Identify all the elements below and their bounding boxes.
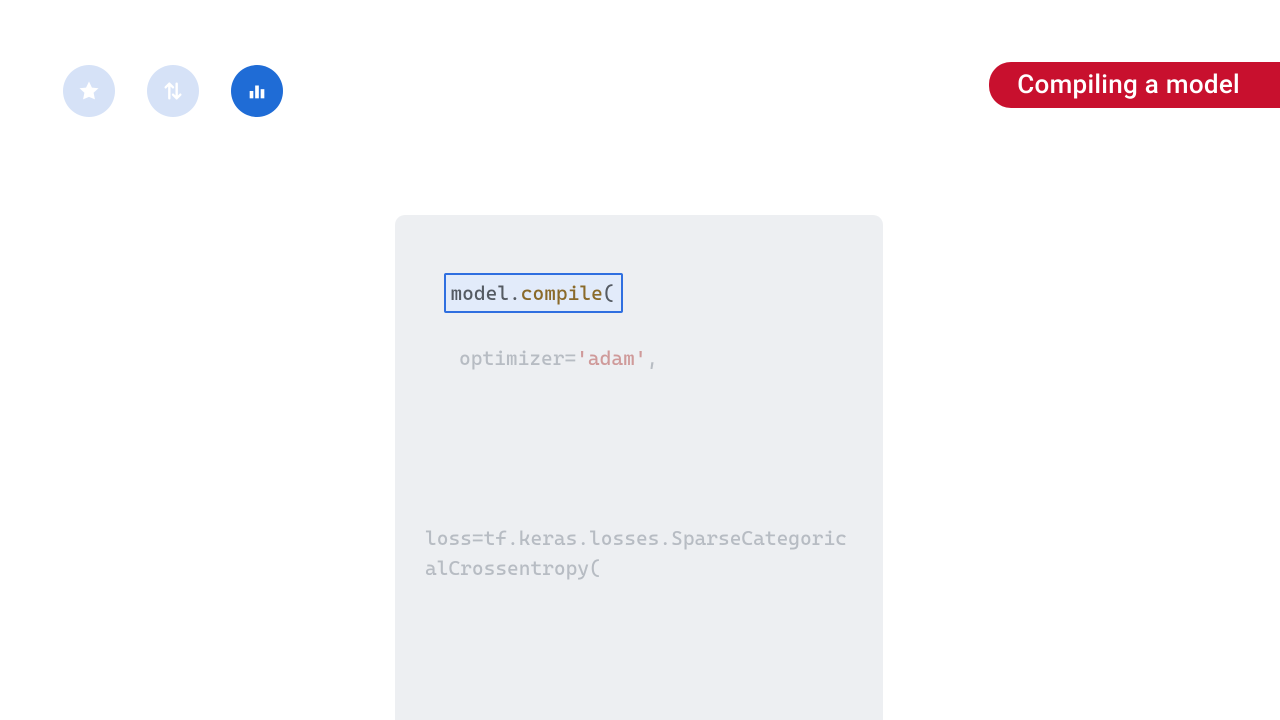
code-token-object: model (450, 281, 509, 305)
code-snippet-card: model.compile( optimizer='adam', loss=tf… (395, 215, 883, 720)
step-icon-row (63, 65, 283, 117)
bar-chart-icon (231, 65, 283, 117)
code-token-method: compile (521, 281, 603, 305)
code-text: ' (635, 346, 647, 370)
star-icon (63, 65, 115, 117)
code-text: optimizer= (459, 346, 576, 370)
sort-icon (147, 65, 199, 117)
code-line-loss: loss=tf.keras.losses.SparseCategoricalCr… (425, 523, 853, 583)
code-blank-line (425, 433, 853, 463)
code-line-optimizer: optimizer='adam', (425, 343, 853, 373)
code-text: , (647, 346, 659, 370)
code-text: ' (576, 346, 588, 370)
code-blank-line (425, 643, 853, 673)
code-string: adam (588, 346, 635, 370)
code-highlight-model-compile: model.compile( (444, 273, 622, 313)
code-token-paren: ( (603, 281, 615, 305)
code-token-dot: . (509, 281, 521, 305)
section-title-pill: Compiling a model (989, 62, 1280, 108)
